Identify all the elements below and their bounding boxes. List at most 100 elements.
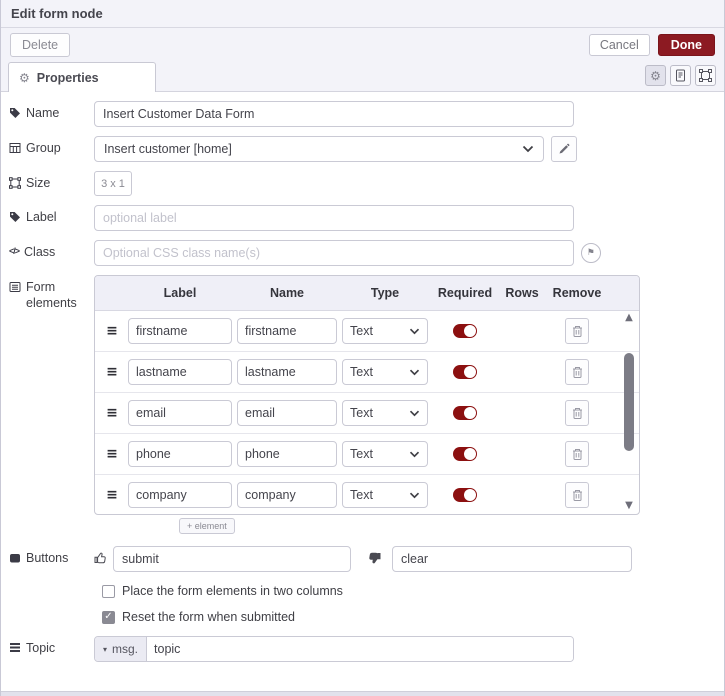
reset-form-option-row: Reset the form when submitted <box>102 610 724 624</box>
group-select[interactable]: Insert customer [home] <box>94 136 544 162</box>
name-input[interactable] <box>94 101 574 127</box>
element-type-select[interactable]: Text <box>342 400 428 426</box>
element-required-toggle[interactable] <box>453 365 477 379</box>
element-required-toggle[interactable] <box>453 488 477 502</box>
thumbs-up-icon <box>94 552 106 564</box>
label-field-label: Label <box>9 205 94 226</box>
column-header-remove: Remove <box>552 286 602 300</box>
reset-form-checkbox[interactable] <box>102 610 115 624</box>
element-name-input[interactable] <box>237 441 337 467</box>
label-input[interactable] <box>94 205 574 231</box>
edit-group-button[interactable] <box>551 136 577 162</box>
dialog-bottom-edge <box>1 691 724 696</box>
topic-input[interactable] <box>147 637 573 661</box>
element-remove-button[interactable] <box>565 359 589 385</box>
element-name-input[interactable] <box>237 359 337 385</box>
drag-handle-icon[interactable]: ≡ <box>101 446 123 462</box>
dialog-action-bar: Delete Cancel Done <box>1 28 724 62</box>
form-element-row: ≡ Text <box>95 434 639 475</box>
element-label-input[interactable] <box>128 318 232 344</box>
class-helper-button[interactable]: ⚑ <box>581 243 601 263</box>
scroll-down-icon[interactable]: ▼ <box>625 501 633 511</box>
buttons-field-label: Buttons <box>9 546 94 567</box>
element-required-toggle[interactable] <box>453 324 477 338</box>
list-alt-icon <box>9 282 21 292</box>
group-select-value: Insert customer [home] <box>104 142 232 156</box>
submit-button-label-input[interactable] <box>113 546 351 572</box>
reset-form-checkbox-label: Reset the form when submitted <box>122 610 295 624</box>
element-label-input[interactable] <box>128 441 232 467</box>
document-icon <box>676 69 685 82</box>
tab-properties-label: Properties <box>36 70 99 85</box>
element-name-input[interactable] <box>237 318 337 344</box>
column-header-rows: Rows <box>505 286 539 300</box>
chevron-down-icon <box>409 369 420 375</box>
object-group-icon <box>9 177 21 189</box>
form-elements-table: Label Name Type Required Rows Remove ≡ Te… <box>94 275 640 515</box>
topic-field-label: Topic <box>9 636 94 657</box>
gear-icon: ⚙ <box>19 70 30 85</box>
dialog-title: Edit form node <box>11 6 103 21</box>
scroll-up-icon[interactable]: ▲ <box>625 313 633 323</box>
element-label-input[interactable] <box>128 482 232 508</box>
two-columns-checkbox-label: Place the form elements in two columns <box>122 584 343 598</box>
size-button[interactable]: 3 x 1 <box>94 171 132 196</box>
trash-icon <box>572 448 582 460</box>
appearance-toolbar-button[interactable] <box>695 65 716 86</box>
drag-handle-icon[interactable]: ≡ <box>101 487 123 503</box>
form-elements-table-header: Label Name Type Required Rows Remove <box>95 276 639 311</box>
trash-icon <box>572 366 582 378</box>
gear-icon: ⚙ <box>650 68 661 83</box>
element-type-select[interactable]: Text <box>342 359 428 385</box>
tab-properties[interactable]: ⚙ Properties <box>8 62 156 92</box>
topic-field-row: Topic ▾ msg. <box>9 636 724 662</box>
element-type-select[interactable]: Text <box>342 441 428 467</box>
drag-handle-icon[interactable]: ≡ <box>101 405 123 421</box>
element-label-input[interactable] <box>128 400 232 426</box>
chevron-down-icon <box>409 492 420 498</box>
button-icon <box>10 554 20 563</box>
element-required-toggle[interactable] <box>453 406 477 420</box>
two-columns-checkbox[interactable] <box>102 584 115 598</box>
group-field-row: Group Insert customer [home] <box>9 136 724 162</box>
chevron-down-icon <box>409 451 420 457</box>
tag-icon <box>10 212 20 222</box>
properties-toolbar-button[interactable]: ⚙ <box>645 65 666 86</box>
clear-button-label-input[interactable] <box>392 546 632 572</box>
drag-handle-icon[interactable]: ≡ <box>101 323 123 339</box>
description-toolbar-button[interactable] <box>670 65 691 86</box>
code-icon: </> <box>9 246 20 256</box>
element-remove-button[interactable] <box>565 441 589 467</box>
form-elements-label: Form elements <box>9 275 94 311</box>
add-element-button[interactable]: + element <box>179 518 235 534</box>
done-button[interactable]: Done <box>657 34 715 56</box>
element-type-select[interactable]: Text <box>342 482 428 508</box>
topic-typed-input: ▾ msg. <box>94 636 574 662</box>
topic-type-selector[interactable]: ▾ msg. <box>95 637 148 661</box>
flag-icon: ⚑ <box>587 248 595 258</box>
name-field-label: Name <box>9 101 94 122</box>
cancel-button[interactable]: Cancel <box>588 34 650 56</box>
element-type-select[interactable]: Text <box>342 318 428 344</box>
element-name-input[interactable] <box>237 482 337 508</box>
name-field-row: Name <box>9 101 724 127</box>
column-header-label: Label <box>163 286 197 300</box>
class-field-row: </> Class ⚑ <box>9 240 724 266</box>
column-header-type: Type <box>370 286 400 300</box>
table-icon <box>9 143 21 153</box>
element-name-input[interactable] <box>237 400 337 426</box>
element-required-toggle[interactable] <box>453 447 477 461</box>
scrollbar-thumb[interactable] <box>624 353 634 451</box>
class-field-label: </> Class <box>9 245 56 259</box>
table-scrollbar[interactable]: ▲ ▼ <box>621 313 637 511</box>
element-label-input[interactable] <box>128 359 232 385</box>
delete-button[interactable]: Delete <box>10 33 71 57</box>
element-remove-button[interactable] <box>565 318 589 344</box>
drag-handle-icon[interactable]: ≡ <box>101 364 123 380</box>
tasks-icon <box>10 643 20 652</box>
tab-toolbar: ⚙ <box>645 65 716 86</box>
size-field-row: Size 3 x 1 <box>9 171 724 196</box>
element-remove-button[interactable] <box>565 400 589 426</box>
element-remove-button[interactable] <box>565 482 589 508</box>
class-input[interactable] <box>94 240 574 266</box>
